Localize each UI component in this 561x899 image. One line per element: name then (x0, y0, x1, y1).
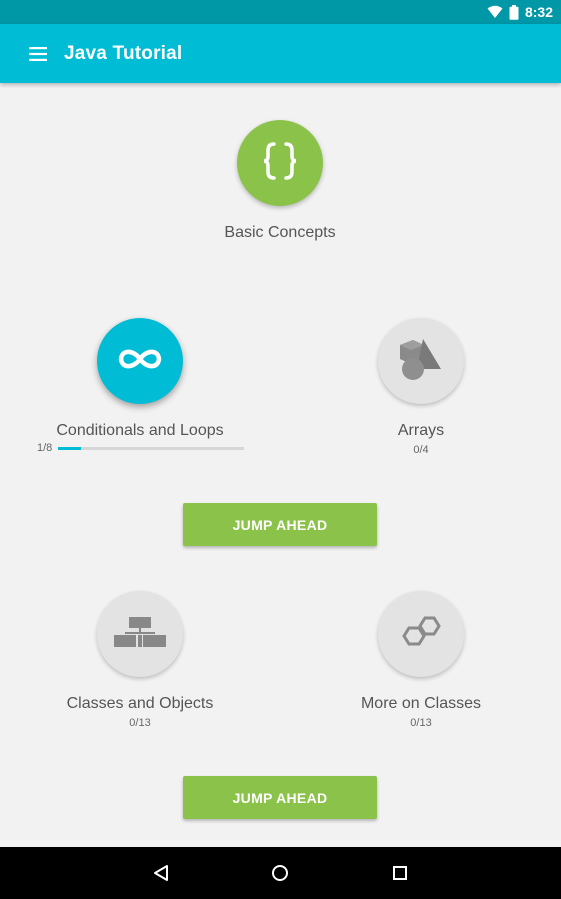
curly-braces-icon (262, 141, 298, 186)
module-conditionals-loops-progress: 1/8 (37, 441, 244, 455)
hamburger-menu-icon[interactable] (18, 34, 58, 74)
recents-icon[interactable] (370, 847, 430, 899)
module-classes-objects-circle[interactable] (97, 591, 183, 677)
module-arrays-progress: 0/4 (413, 444, 429, 456)
module-more-on-classes-progress: 0/13 (410, 717, 432, 729)
module-classes-objects-label: Classes and Objects (66, 695, 214, 712)
navigation-bar (0, 847, 561, 899)
back-icon[interactable] (131, 847, 191, 899)
module-basic-concepts-label: Basic Concepts (224, 224, 336, 241)
module-conditionals-loops-label: Conditionals and Loops (56, 422, 224, 439)
module-arrays-circle[interactable] (378, 318, 464, 404)
infinity-icon (116, 346, 164, 377)
progress-fill (58, 446, 82, 450)
jump-ahead-button[interactable]: JUMP AHEAD (183, 503, 377, 546)
wifi-icon (487, 5, 503, 19)
module-more-on-classes-circle[interactable] (378, 591, 464, 677)
page-title: Java Tutorial (64, 42, 183, 64)
hexagons-icon (400, 615, 442, 654)
progress-track (58, 446, 244, 450)
module-more-on-classes[interactable]: More on Classes 0/13 (321, 591, 521, 729)
module-arrays[interactable]: Arrays 0/4 (321, 318, 521, 456)
module-more-on-classes-label: More on Classes (360, 695, 482, 712)
progress-count: 1/8 (37, 442, 53, 454)
module-arrays-label: Arrays (397, 422, 445, 439)
module-classes-objects-progress: 0/13 (129, 717, 151, 729)
module-map: Basic Concepts Conditionals and Loops 1/… (0, 83, 561, 847)
module-classes-objects[interactable]: Classes and Objects 0/13 (40, 591, 240, 729)
module-conditionals-loops-circle[interactable] (97, 318, 183, 404)
status-time: 8:32 (524, 4, 553, 20)
battery-icon (509, 4, 519, 20)
home-icon[interactable] (250, 847, 310, 899)
status-bar: 8:32 (0, 0, 561, 24)
app-bar: Java Tutorial (0, 24, 561, 83)
jump-ahead-button-2[interactable]: JUMP AHEAD (183, 776, 377, 819)
shapes-icon (397, 337, 445, 386)
module-basic-concepts[interactable]: Basic Concepts (180, 120, 380, 242)
module-conditionals-loops[interactable]: Conditionals and Loops (30, 318, 250, 440)
hierarchy-icon (113, 616, 167, 653)
module-basic-concepts-circle[interactable] (237, 120, 323, 206)
